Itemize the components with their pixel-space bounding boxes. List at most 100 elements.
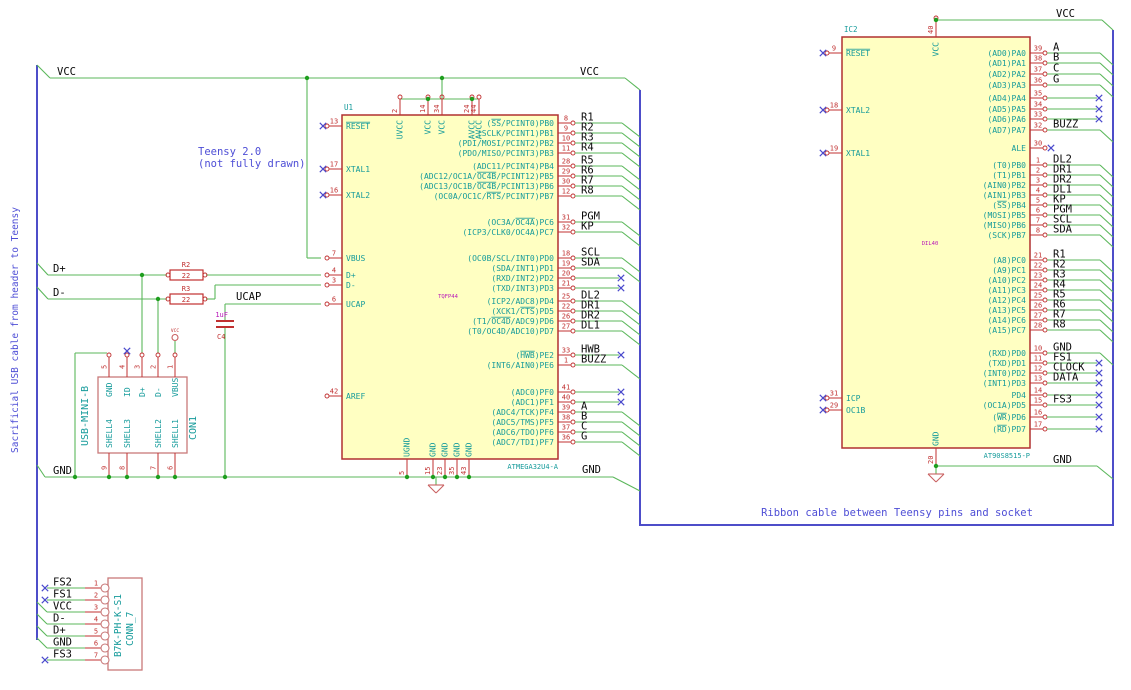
wire[interactable]	[1099, 259, 1114, 273]
note-teensy-line1[interactable]: Teensy 2.0	[198, 146, 261, 158]
ic2-pin-name: XTAL2	[846, 106, 870, 115]
gnd-symbol-ic2	[927, 473, 937, 483]
wire[interactable]	[1099, 73, 1114, 87]
net-label-g[interactable]: G	[1053, 74, 1059, 86]
wire[interactable]	[1099, 309, 1114, 323]
note-teensy-line2[interactable]: (not fully drawn)	[198, 158, 305, 170]
u1-pin-number: 35	[448, 467, 456, 475]
wire[interactable]	[621, 364, 641, 380]
ic2-pin-number: 10	[1034, 345, 1042, 353]
wire[interactable]	[1099, 194, 1114, 208]
net-label-r4[interactable]: R4	[581, 142, 594, 154]
note-sacrificial-usb-cable[interactable]: Sacrificial USB cable from header to Tee…	[10, 207, 21, 453]
wire[interactable]	[1099, 52, 1114, 66]
net-label-r8[interactable]: R8	[581, 185, 594, 197]
net-label-g[interactable]: G	[581, 431, 587, 443]
wire[interactable]	[1099, 352, 1114, 366]
wire[interactable]	[1099, 269, 1114, 283]
u1-pin-number: 39	[562, 404, 570, 412]
wire[interactable]	[36, 262, 49, 276]
u1-part-name[interactable]: ATMEGA32U4-A	[507, 463, 558, 471]
u1-pin-name: GND	[453, 442, 462, 457]
pin-end-circle	[1042, 392, 1048, 398]
net-label-gnd[interactable]: GND	[53, 637, 72, 649]
wire[interactable]	[36, 601, 48, 613]
wire[interactable]	[1099, 224, 1114, 238]
u1-pin-number: 8	[564, 115, 568, 123]
ic2-pin-number: 29	[830, 402, 838, 410]
wire[interactable]	[36, 613, 48, 625]
wire[interactable]	[1099, 299, 1114, 313]
net-label-d-[interactable]: D-	[53, 613, 66, 625]
wire[interactable]	[36, 464, 46, 478]
wire[interactable]	[1101, 19, 1114, 31]
wire[interactable]	[36, 286, 49, 300]
wire[interactable]	[1099, 329, 1114, 343]
wire[interactable]	[1099, 184, 1114, 198]
net-label-r8[interactable]: R8	[1053, 319, 1066, 331]
net-label-fs2[interactable]: FS2	[53, 577, 72, 589]
net-label-dplus[interactable]: D+	[53, 263, 66, 275]
net-label-ucap[interactable]: UCAP	[236, 291, 261, 303]
net-label-gnd[interactable]: GND	[53, 465, 72, 477]
wire[interactable]	[1099, 174, 1114, 188]
pin-end-circle	[1042, 277, 1048, 283]
ic2-pin-name: (A14)PC6	[987, 316, 1026, 325]
net-label-sda[interactable]: SDA	[581, 257, 601, 269]
u1-pin-number: 32	[562, 224, 570, 232]
wire[interactable]	[1099, 62, 1114, 76]
net-label-fs1[interactable]: FS1	[53, 589, 72, 601]
wire[interactable]	[36, 64, 51, 79]
ic2-part-name[interactable]: AT90S8515-P	[984, 452, 1030, 460]
capacitor-ref[interactable]: C4	[217, 333, 225, 341]
wire[interactable]	[1099, 214, 1114, 228]
net-label-dminus[interactable]: D-	[53, 287, 66, 299]
u1-reference[interactable]: U1	[344, 103, 353, 112]
net-label-sda[interactable]: SDA	[1053, 224, 1073, 236]
resistor-ref[interactable]: R2	[182, 261, 190, 269]
wire[interactable]	[612, 476, 641, 492]
wire[interactable]	[1099, 279, 1114, 293]
capacitor-value[interactable]: 1uF	[215, 311, 228, 319]
conn7-reference[interactable]: CONN_7	[125, 612, 136, 646]
conn7-pin-circle	[100, 655, 110, 665]
wire[interactable]	[36, 637, 48, 649]
net-label-kp[interactable]: KP	[581, 221, 594, 233]
wire[interactable]	[1099, 129, 1114, 143]
u1-pin-name: VBUS	[346, 254, 365, 263]
con1-reference[interactable]: CON1	[188, 416, 199, 440]
conn7-part-name[interactable]: B7K-PH-K-S1	[113, 594, 124, 657]
wire[interactable]	[1099, 319, 1114, 333]
net-label-vcc[interactable]: VCC	[580, 66, 599, 78]
ic2-reference[interactable]: IC2	[844, 25, 858, 34]
resistor-value[interactable]: 22	[182, 296, 190, 304]
net-label-fs3[interactable]: FS3	[53, 649, 72, 661]
resistor-value[interactable]: 22	[182, 272, 190, 280]
net-label-buzz[interactable]: BUZZ	[581, 354, 606, 366]
wire[interactable]	[1096, 465, 1114, 480]
net-label-gnd[interactable]: GND	[582, 464, 601, 476]
resistor-ref[interactable]: R3	[182, 285, 190, 293]
net-label-vcc[interactable]: VCC	[1056, 8, 1075, 20]
wire[interactable]	[1099, 204, 1114, 218]
pin-end-circle	[570, 328, 576, 334]
ic2-pin-name: (AD1)PA1	[987, 59, 1026, 68]
net-label-d+[interactable]: D+	[53, 625, 66, 637]
schematic-canvas[interactable]: Sacrificial USB cable from header to Tee…	[0, 0, 1131, 690]
note-ribbon-cable[interactable]: Ribbon cable between Teensy pins and soc…	[761, 507, 1033, 519]
net-label-fs3[interactable]: FS3	[1053, 394, 1072, 406]
wire[interactable]	[1099, 164, 1114, 178]
con1-part-name[interactable]: USB-MINI-B	[80, 386, 91, 446]
net-label-gnd[interactable]: GND	[1053, 454, 1072, 466]
wire[interactable]	[1099, 234, 1114, 248]
junction-dot	[304, 75, 310, 81]
net-label-data[interactable]: DATA	[1053, 372, 1079, 384]
ic2-pin-name: (AD6)PA6	[987, 115, 1026, 124]
wire[interactable]	[36, 625, 48, 637]
net-label-vcc[interactable]: VCC	[53, 601, 72, 613]
net-label-buzz[interactable]: BUZZ	[1053, 119, 1078, 131]
wire[interactable]	[624, 77, 641, 91]
net-label-dl1[interactable]: DL1	[581, 320, 600, 332]
wire[interactable]	[1099, 289, 1114, 303]
net-label-vcc[interactable]: VCC	[57, 66, 76, 78]
